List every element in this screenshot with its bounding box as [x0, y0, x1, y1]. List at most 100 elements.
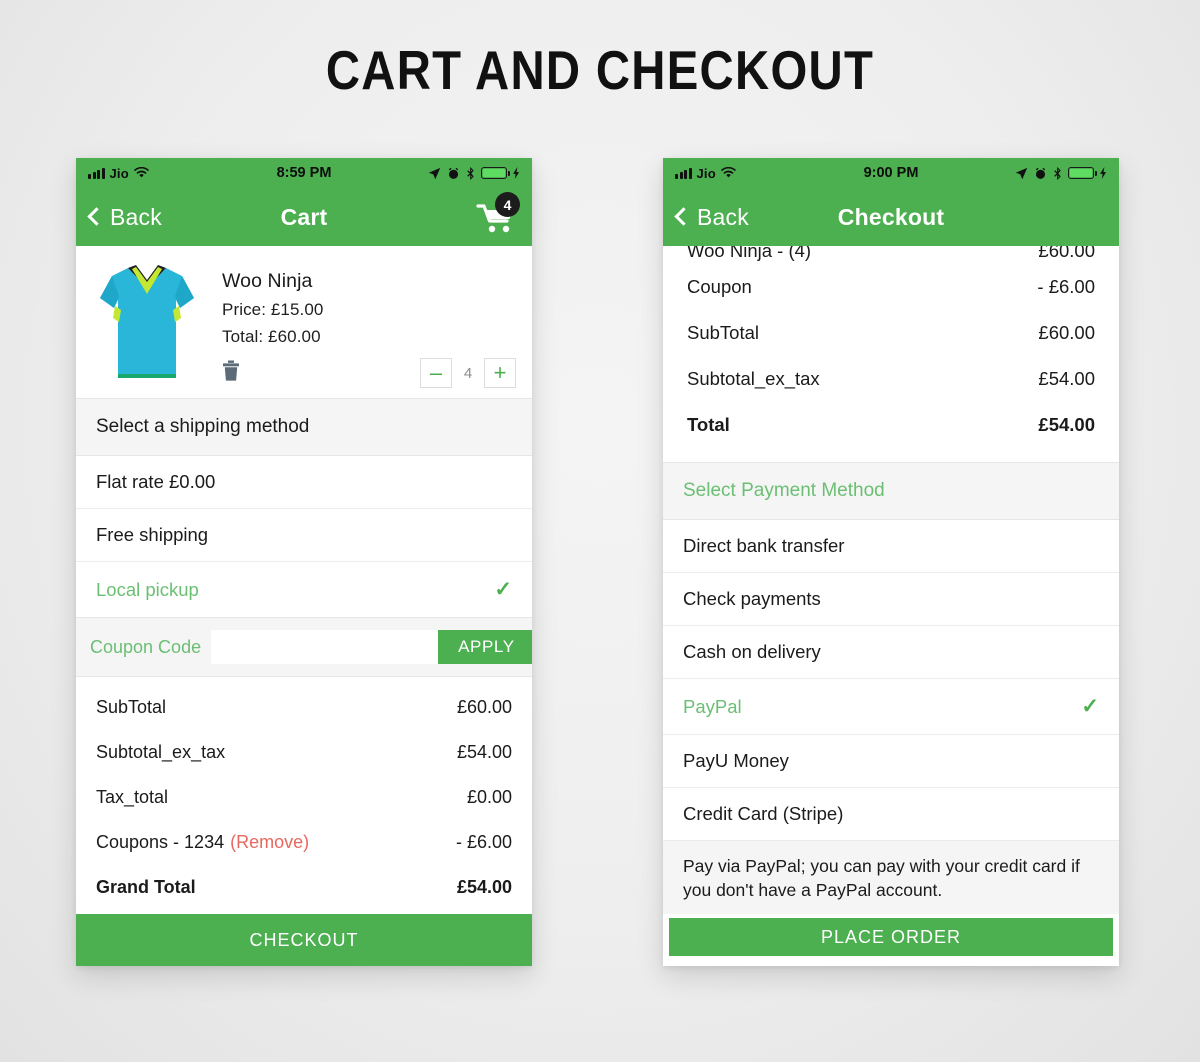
summary-value: £54.00: [1038, 414, 1095, 435]
wifi-icon: [133, 167, 149, 178]
total-label: Subtotal_ex_tax: [96, 742, 226, 762]
status-bar: Jio 9:00 PM: [663, 158, 1119, 188]
payment-option-paypal[interactable]: PayPal ✓: [663, 679, 1119, 735]
delete-item-button[interactable]: [222, 360, 240, 387]
cart-product-row: Woo Ninja Price: £15.00 Total: £60.00 – …: [76, 246, 532, 399]
product-line-total: Total: £60.00: [222, 327, 321, 346]
payment-section-header: Select Payment Method: [663, 463, 1119, 520]
summary-label: Coupon: [687, 276, 752, 297]
clock: 9:00 PM: [863, 165, 919, 181]
cart-phone-mockup: Jio 8:59 PM Back Cart 4 Woo Ninja Price:…: [76, 158, 532, 966]
product-name: Woo Ninja: [222, 270, 313, 292]
payment-option-check-payments[interactable]: Check payments: [663, 573, 1119, 626]
total-value: £60.00: [456, 697, 512, 717]
increase-quantity-button[interactable]: +: [484, 358, 516, 388]
page-title: CART AND CHECKOUT: [325, 39, 875, 101]
status-bar: Jio 8:59 PM: [76, 158, 532, 188]
payment-option-credit-card-stripe[interactable]: Credit Card (Stripe): [663, 788, 1119, 841]
total-row-tax-total: Tax_total £0.00: [76, 775, 532, 820]
bluetooth-icon: [467, 166, 474, 180]
cart-screen-body: Woo Ninja Price: £15.00 Total: £60.00 – …: [76, 246, 532, 966]
check-icon: ✓: [1081, 695, 1099, 718]
payment-option-payu-money[interactable]: PayU Money: [663, 735, 1119, 788]
shipping-option-local-pickup[interactable]: Local pickup ✓: [76, 562, 532, 617]
back-button[interactable]: Back: [674, 203, 749, 231]
remove-coupon-link[interactable]: (Remove): [230, 832, 309, 853]
carrier-label: Jio: [696, 165, 716, 181]
alarm-clock-icon: [1035, 167, 1046, 179]
chevron-left-icon: [87, 207, 106, 226]
coupon-code-label: Coupon Code: [90, 636, 202, 657]
product-price: Price: £15.00: [222, 300, 324, 319]
summary-label: Subtotal_ex_tax: [687, 368, 820, 389]
payment-option-label: Direct bank transfer: [683, 535, 845, 556]
charging-bolt-icon: [1100, 167, 1107, 179]
paypal-description: Pay via PayPal; you can pay with your cr…: [663, 841, 1119, 915]
battery-icon: [1068, 167, 1097, 179]
check-icon: ✓: [494, 578, 512, 601]
shipping-option-free-shipping[interactable]: Free shipping: [76, 509, 532, 562]
carrier-label: Jio: [109, 165, 129, 181]
shipping-option-flat-rate[interactable]: Flat rate £0.00: [76, 456, 532, 509]
summary-row-subtotal: SubTotal £60.00: [663, 310, 1119, 356]
shipping-option-label: Local pickup: [96, 578, 199, 600]
shipping-option-label: Free shipping: [96, 524, 209, 545]
total-row-subtotal-ex-tax: Subtotal_ex_tax £54.00: [76, 730, 532, 775]
cart-totals: SubTotal £60.00 Subtotal_ex_tax £54.00 T…: [76, 677, 532, 910]
summary-label: Total: [687, 414, 730, 435]
summary-row-item: Woo Ninja - (4) £60.00: [663, 246, 1119, 264]
summary-value: £54.00: [1038, 368, 1095, 389]
total-label: Grand Total: [96, 877, 196, 897]
back-label: Back: [110, 203, 162, 230]
coupon-code-input[interactable]: [211, 630, 439, 664]
total-value: £54.00: [456, 877, 512, 897]
total-value: £54.00: [456, 742, 512, 762]
chevron-left-icon: [674, 207, 693, 226]
decrease-quantity-button[interactable]: –: [420, 358, 452, 388]
payment-option-label: PayU Money: [683, 750, 789, 771]
quantity-value: 4: [463, 364, 473, 382]
product-thumbnail: [92, 258, 202, 388]
summary-value: £60.00: [1038, 322, 1095, 343]
battery-icon: [481, 167, 510, 179]
shipping-option-label: Flat rate £0.00: [96, 471, 216, 492]
total-value: £0.00: [466, 787, 512, 807]
clock: 8:59 PM: [276, 165, 332, 181]
bluetooth-icon: [1054, 166, 1061, 180]
checkout-screen-body: Woo Ninja - (4) £60.00 Coupon - £6.00 Su…: [663, 246, 1119, 966]
summary-row-total: Total £54.00: [663, 402, 1119, 448]
signal-bars-icon: [675, 167, 692, 179]
payment-option-direct-bank-transfer[interactable]: Direct bank transfer: [663, 520, 1119, 573]
summary-value: £60.00: [1038, 246, 1095, 261]
trash-icon: [223, 360, 239, 381]
summary-row-subtotal-ex-tax: Subtotal_ex_tax £54.00: [663, 356, 1119, 402]
cart-badge: 4: [495, 192, 520, 217]
signal-bars-icon: [88, 167, 105, 179]
total-row-grand-total: Grand Total £54.00: [76, 865, 532, 910]
total-label: Tax_total: [96, 787, 169, 807]
payment-option-label: Check payments: [683, 588, 821, 609]
cart-button[interactable]: 4: [476, 192, 520, 236]
apply-coupon-button[interactable]: APPLY: [438, 630, 532, 664]
cart-nav-bar: Back Cart 4: [76, 188, 532, 246]
summary-label: Woo Ninja - (4): [687, 246, 812, 261]
payment-option-cash-on-delivery[interactable]: Cash on delivery: [663, 626, 1119, 679]
location-arrow-icon: [428, 167, 441, 179]
checkout-order-summary: Woo Ninja - (4) £60.00 Coupon - £6.00 Su…: [663, 246, 1119, 463]
back-label: Back: [697, 203, 749, 230]
place-order-button[interactable]: PLACE ORDER: [669, 918, 1113, 956]
wifi-icon: [720, 167, 736, 178]
total-row-subtotal: SubTotal £60.00: [76, 685, 532, 730]
shipping-section-header: Select a shipping method: [76, 399, 532, 456]
back-button[interactable]: Back: [87, 203, 162, 231]
payment-option-label: Credit Card (Stripe): [683, 803, 844, 824]
total-label: Coupons - 1234: [96, 832, 225, 852]
checkout-nav-bar: Back Checkout: [663, 188, 1119, 246]
alarm-clock-icon: [448, 167, 459, 179]
total-row-coupons: Coupons - 1234 (Remove) - £6.00: [76, 820, 532, 865]
charging-bolt-icon: [513, 167, 520, 179]
checkout-button[interactable]: CHECKOUT: [76, 914, 532, 966]
quantity-stepper[interactable]: – 4 +: [420, 358, 516, 388]
summary-label: SubTotal: [687, 322, 759, 343]
payment-option-label: Cash on delivery: [683, 641, 821, 662]
